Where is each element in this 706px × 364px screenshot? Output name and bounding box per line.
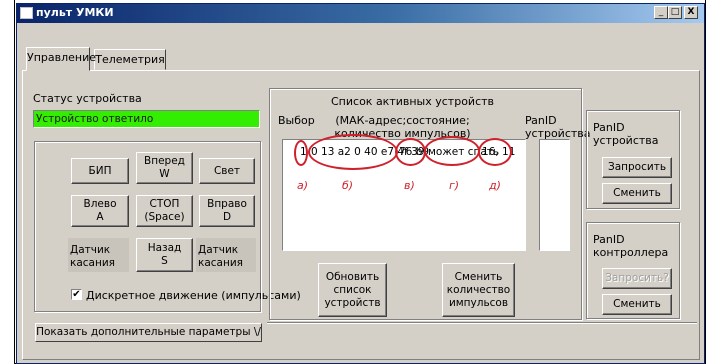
refresh-devices-button[interactable]: Обновить список устройств [318,263,387,317]
annotation-ellipse-d [424,136,480,166]
col-select-header: Выбор [278,114,315,127]
panid-device-label: PanID устройства [593,121,659,147]
tab-telemetry[interactable]: Телеметрия [94,49,166,70]
annotation-ellipse-b [308,134,398,170]
back-button[interactable]: Назад S [136,238,193,272]
status-label: Статус устройства [33,92,142,105]
footer-separator [267,322,697,324]
title-bar[interactable] [17,4,704,23]
annotation-label-e: д) [489,179,501,192]
minimize-button[interactable]: _ [654,6,668,19]
app-icon [20,7,33,19]
panid-device-request-button[interactable]: Запросить [602,157,672,178]
close-button[interactable]: X [684,6,698,19]
col-panid-header: PanID устройства [525,114,591,140]
discrete-move-checkbox[interactable]: ✔ [71,289,82,300]
tab-control[interactable]: Управление [26,47,96,71]
left-button[interactable]: Влево A [71,195,129,227]
change-impulses-button[interactable]: Сменить количество импульсов [442,263,515,317]
panid-controller-label: PanID контроллера [593,233,669,259]
stop-button[interactable]: СТОП (Space) [136,195,193,227]
right-button[interactable]: Вправо D [199,195,255,227]
annotation-label-c: в) [404,179,415,192]
beep-button[interactable]: БИП [71,158,129,184]
panid-controller-request-button[interactable]: Запросить? [602,268,672,289]
panid-listbox[interactable] [539,139,570,251]
annotation-label-a: а) [297,179,309,192]
window-title: пульт УМКИ [36,6,114,19]
panid-device-change-button[interactable]: Сменить [602,183,672,204]
annotation-label-b: б) [342,179,354,192]
maximize-button[interactable]: □ [668,6,682,19]
devices-title: Список активных устройств [331,95,495,108]
show-more-params-button[interactable]: Показать дополнительные параметры \/ [35,323,262,342]
panid-controller-change-button[interactable]: Сменить [602,294,672,315]
annotation-label-d: г) [449,179,460,192]
touch-sensor-right: Датчик касания [196,238,256,272]
status-indicator: Устройство ответило [33,110,260,128]
forward-button[interactable]: Вперед W [136,152,193,184]
annotation-ellipse-e [478,138,512,166]
light-button[interactable]: Свет [199,158,255,184]
annotation-ellipse-c [395,138,426,166]
annotation-ellipse-a [294,140,308,166]
touch-sensor-left: Датчик касания [68,238,129,272]
